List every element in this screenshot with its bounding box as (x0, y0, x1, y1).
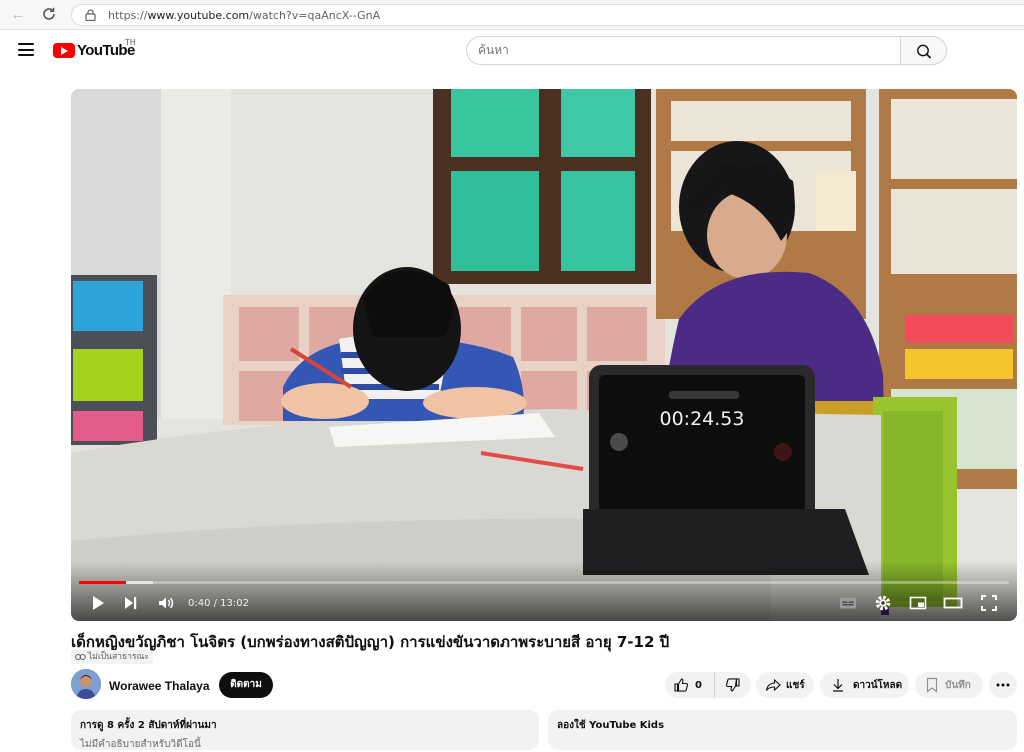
channel-avatar[interactable] (71, 669, 101, 699)
theater-mode-icon[interactable] (943, 593, 963, 613)
progress-bar[interactable] (79, 581, 1009, 584)
video-frame[interactable]: 00:24.53 (71, 89, 1017, 621)
like-dislike-group: 0 (665, 672, 751, 698)
youtube-kids-label: ลองใช้ YouTube Kids (557, 720, 665, 731)
search-button[interactable] (900, 36, 947, 65)
save-button[interactable]: บันทึก (915, 672, 983, 698)
more-horizontal-icon (996, 683, 1010, 687)
like-count: 0 (695, 679, 702, 691)
link-icon (75, 654, 86, 660)
progress-played (79, 581, 127, 584)
dislike-button[interactable] (715, 672, 751, 698)
channel-name[interactable]: Worawee Thalaya (109, 679, 210, 693)
time-display: 0:40 / 13:02 (188, 598, 250, 609)
thumbs-down-icon (725, 678, 740, 692)
address-bar[interactable]: https://www.youtube.com/watch?v=qaAncX--… (71, 4, 1024, 26)
volume-icon[interactable] (156, 593, 176, 613)
subtitles-icon[interactable] (838, 593, 858, 613)
download-button[interactable]: ดาวน์โหลด (820, 672, 909, 698)
search-box (466, 36, 901, 65)
url-text[interactable]: https://www.youtube.com/watch?v=qaAncX--… (108, 9, 380, 22)
fullscreen-icon[interactable] (979, 593, 999, 613)
subscribe-button[interactable]: ติดตาม (219, 672, 273, 698)
download-icon (833, 679, 843, 692)
like-button[interactable]: 0 (665, 672, 715, 698)
description-box[interactable]: การดู 8 ครั้ง 2 สัปดาห์ที่ผ่านมา ไม่มีคำ… (71, 710, 539, 750)
settings-gear-icon[interactable] (873, 593, 893, 613)
hamburger-menu-icon[interactable] (18, 43, 34, 56)
browser-toolbar: ← https://www.youtube.com/watch?v=qaAncX… (0, 0, 1024, 30)
youtube-play-logo-icon (53, 42, 75, 58)
play-icon[interactable] (88, 593, 108, 613)
more-actions-button[interactable] (989, 672, 1017, 698)
share-icon (765, 678, 781, 692)
view-stats: การดู 8 ครั้ง 2 สัปดาห์ที่ผ่านมา (80, 720, 217, 731)
logo-country-code: TH (125, 38, 136, 47)
back-arrow-icon[interactable]: ← (9, 6, 27, 24)
download-label: ดาวน์โหลด (853, 679, 903, 691)
search-icon (917, 44, 932, 59)
miniplayer-icon[interactable] (908, 593, 928, 613)
reload-icon[interactable] (40, 6, 58, 24)
description-text: ไม่มีคำอธิบายสำหรับวิดีโอนี้ (80, 739, 201, 750)
lock-icon[interactable] (85, 9, 96, 21)
share-label: แชร์ (786, 679, 805, 691)
video-title: เด็กหญิงขวัญภิชา โนจิตร (บกพร่องทางสติปั… (71, 633, 670, 651)
visibility-badge: ไม่เป็นสาธารณะ (71, 650, 153, 664)
share-button[interactable]: แชร์ (756, 672, 814, 698)
youtube-header: YouTube TH (0, 30, 1024, 70)
bookmark-icon (926, 677, 938, 693)
youtube-logo[interactable]: YouTube TH (53, 38, 136, 59)
next-video-icon[interactable] (121, 593, 141, 613)
stopwatch-readout: 00:24.53 (660, 408, 745, 430)
thumbs-up-icon (674, 678, 689, 692)
video-player[interactable]: 00:24.53 0:40 / 13:02 (71, 89, 1017, 621)
save-label: บันทึก (945, 679, 971, 691)
search-input[interactable] (467, 37, 867, 63)
youtube-kids-promo[interactable]: ลองใช้ YouTube Kids (548, 710, 1017, 750)
visibility-text: ไม่เป็นสาธารณะ (88, 652, 149, 662)
